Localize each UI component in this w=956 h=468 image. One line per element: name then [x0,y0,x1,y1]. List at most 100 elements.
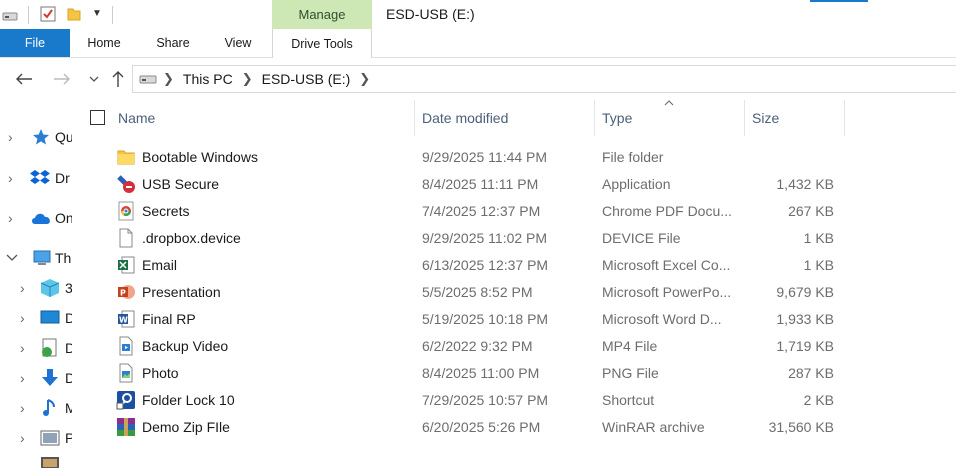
file-name: Demo Zip FIle [142,418,230,435]
video-file-icon [116,336,136,356]
file-row[interactable]: .dropbox.device 9/29/2025 11:02 PM DEVICE … [80,224,846,251]
customize-toolbar-dropdown-icon[interactable]: ▼ [92,8,102,19]
breadcrumb-this-pc[interactable]: This PC [183,71,233,87]
chevron-right-icon[interactable]: › [20,370,25,386]
winrar-icon [116,417,136,437]
chevron-right-icon[interactable]: › [20,340,25,356]
file-row[interactable]: W Final RP 5/19/2025 10:18 PM Microsoft Wor… [80,305,846,332]
file-list: Name Date modified Type Size Bootable Wi… [80,100,956,468]
computer-icon [32,249,52,270]
file-name: Presentation [142,283,221,300]
breadcrumb-separator[interactable]: ❯ [359,71,370,87]
dropbox-icon [30,169,50,190]
select-all-checkbox[interactable] [90,110,105,125]
tab-home[interactable]: Home [72,29,136,57]
recent-locations-button[interactable] [82,67,106,91]
file-size: 287 KB [788,364,834,381]
breadcrumb-esd-usb[interactable]: ESD-USB (E:) [262,71,351,87]
breadcrumb-separator[interactable]: ❯ [242,71,253,87]
file-name: Bootable Windows [142,148,258,165]
file-row[interactable]: USB Secure 8/4/2025 11:11 PM Application 1,… [80,170,846,197]
file-date-modified: 8/4/2025 11:11 PM [422,175,539,192]
ribbon-tabs: File Home Share View Drive Tools [0,29,956,58]
file-date-modified: 9/29/2025 11:02 PM [422,229,548,246]
chevron-right-icon[interactable]: › [20,280,25,296]
tab-view[interactable]: View [210,29,266,57]
column-header-name[interactable]: Name [110,100,415,136]
file-type: File folder [602,148,664,165]
file-date-modified: 8/4/2025 11:00 PM [422,364,540,381]
file-name: .dropbox.device [142,229,241,246]
nav-item-onedrive[interactable]: › On [0,205,72,231]
chevron-right-icon[interactable]: › [8,129,13,145]
file-row[interactable]: Photo 8/4/2025 11:00 PM PNG File 287 KB [80,359,846,386]
nav-item-documents[interactable]: › D [0,335,72,361]
star-icon [32,128,50,149]
file-size: 1,933 KB [776,310,834,327]
pictures-icon [40,429,60,450]
chevron-right-icon[interactable]: › [8,210,13,226]
file-row[interactable]: Backup Video 6/2/2022 9:32 PM MP4 File 1,71… [80,332,846,359]
nav-item-label: Th [55,250,72,266]
file-name: Backup Video [142,337,229,354]
chevron-right-icon[interactable]: › [20,430,25,446]
back-button[interactable] [12,67,36,91]
nav-item-videos[interactable] [0,454,72,468]
file-type: Chrome PDF Docu... [602,202,732,219]
nav-item-desktop[interactable]: › D [0,305,72,331]
file-size: 2 KB [803,391,834,408]
nav-item-pictures[interactable]: › P [0,425,72,451]
column-header-size[interactable]: Size [745,100,845,136]
chevron-right-icon[interactable]: › [8,170,13,186]
file-type: PNG File [602,364,659,381]
column-header-date[interactable]: Date modified [415,100,595,136]
nav-item-music[interactable]: › M [0,395,72,421]
forward-button[interactable] [50,67,74,91]
nav-item-3d-objects[interactable]: › 3 [0,275,72,301]
file-name: Email [142,256,178,273]
tab-file[interactable]: File [0,29,70,57]
address-bar[interactable]: ❯ This PC ❯ ESD-USB (E:) ❯ [132,65,956,93]
file-type: MP4 File [602,337,658,354]
file-date-modified: 5/19/2025 10:18 PM [422,310,549,327]
word-icon: W [116,309,136,329]
navigation-pane: › Qu › Dr › On Th › 3 › D › D › D › M › … [0,96,72,468]
file-row[interactable]: Folder Lock 10 7/29/2025 10:57 PM Shortcut… [80,386,846,413]
nav-item-quick-access[interactable]: › Qu [0,124,72,150]
file-type: Microsoft Word D... [602,310,722,327]
usb-secure-icon [116,174,136,194]
file-row[interactable]: Email 6/13/2025 12:37 PM Microsoft Excel C… [80,251,846,278]
file-type: WinRAR archive [602,418,705,435]
sort-ascending-icon [664,98,674,109]
separator [28,6,29,24]
nav-item-label: P [65,430,72,446]
cloud-icon [30,211,52,228]
file-size: 1 KB [803,229,834,246]
drive-icon[interactable] [2,9,18,21]
nav-item-this-pc[interactable]: Th [0,245,72,271]
file-row[interactable]: Demo Zip FIle 6/20/2025 5:26 PM WinRAR arc… [80,413,846,440]
chevron-down-icon[interactable] [6,249,18,265]
file-type: Application [602,175,671,192]
file-name: Photo [142,364,179,381]
arrow-left-icon [16,73,32,85]
file-row[interactable]: P Presentation 5/5/2025 8:52 PM Microsoft P… [80,278,846,305]
new-folder-icon[interactable] [66,6,82,22]
up-button[interactable] [106,67,130,91]
breadcrumb-separator[interactable]: ❯ [163,71,174,87]
music-icon [42,398,60,421]
chevron-right-icon[interactable]: › [20,310,25,326]
tab-drive-tools[interactable]: Drive Tools [272,29,372,58]
properties-icon[interactable] [40,6,56,22]
file-type: Shortcut [602,391,655,408]
chevron-right-icon[interactable]: › [20,400,25,416]
file-row[interactable]: Secrets 7/4/2025 12:37 PM Chrome PDF Docu.… [80,197,846,224]
nav-item-downloads[interactable]: › D [0,365,72,391]
file-date-modified: 7/4/2025 12:37 PM [422,202,541,219]
context-tab-manage[interactable]: Manage [272,0,372,29]
nav-item-dropbox[interactable]: › Dr [0,165,72,191]
tab-share[interactable]: Share [142,29,204,57]
nav-item-label: D [65,370,72,386]
column-header-label: Type [602,110,633,126]
file-row[interactable]: Bootable Windows 9/29/2025 11:44 PM File f… [80,143,846,170]
